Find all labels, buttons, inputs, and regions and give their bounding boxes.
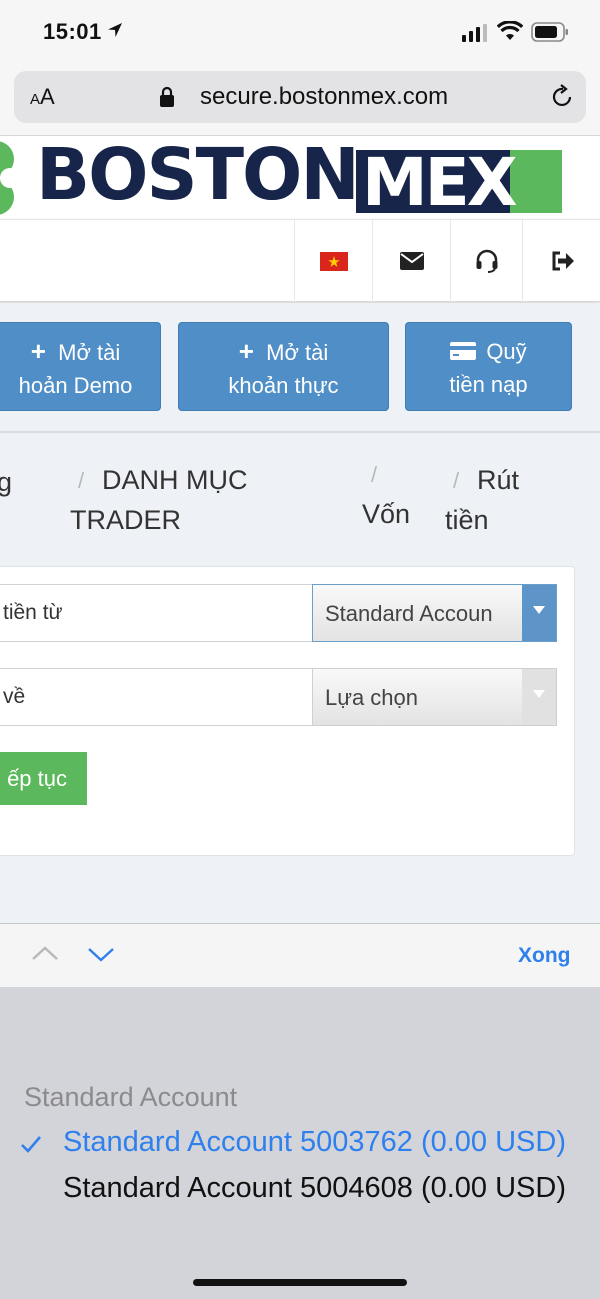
keyboard-accessory-bar: Xong [0, 923, 600, 987]
browser-toolbar: AAAA secure.bostonmex.com [0, 66, 600, 136]
transfer-to-label: về [3, 685, 26, 708]
breadcrumb-separator: / [78, 468, 85, 493]
breadcrumb-capital[interactable]: Vốn [362, 494, 410, 534]
transfer-to-label-field: về [0, 668, 314, 726]
logo-accent [510, 150, 562, 213]
next-field-icon[interactable] [86, 942, 116, 966]
open-real-account-button[interactable]: + Mở tài khoản thực [178, 322, 389, 411]
top-nav [0, 219, 600, 302]
transfer-from-select[interactable]: Standard Accoun [312, 584, 557, 642]
messages-button[interactable] [372, 220, 450, 302]
envelope-icon [399, 252, 424, 270]
breadcrumb-category-line1[interactable]: DANH MỤC [102, 460, 248, 500]
location-arrow-icon [108, 23, 122, 37]
reload-icon[interactable] [549, 84, 575, 110]
breadcrumb-category-line2[interactable]: TRADER [70, 500, 181, 540]
site-logo[interactable]: BOSTON MEX [0, 137, 600, 217]
picker-option[interactable]: Standard Account 5004608 (0.00 USD) [63, 1172, 566, 1205]
logo-text-mex: MEX [362, 144, 518, 217]
breadcrumb-withdraw-line1: Rút [477, 465, 520, 495]
done-button[interactable]: Xong [518, 944, 571, 968]
home-indicator [193, 1279, 407, 1286]
open-demo-account-button[interactable]: + Mở tài hoản Demo [0, 322, 161, 411]
plus-icon: + [30, 336, 46, 366]
vietnam-flag-icon [319, 251, 348, 271]
status-bar: 15:01 [0, 0, 600, 66]
battery-icon [531, 22, 568, 42]
logout-button[interactable] [522, 220, 600, 302]
picker-group-label: Standard Account [24, 1082, 238, 1112]
wifi-icon [497, 21, 523, 40]
picker-option-selected[interactable]: Standard Account 5003762 (0.00 USD) [63, 1126, 566, 1159]
transfer-from-label-field: tiền từ [0, 584, 314, 642]
deposit-fund-button[interactable]: Quỹ tiền nạp [405, 322, 572, 411]
breadcrumb-separator: / [371, 462, 378, 487]
breadcrumb-separator: / [453, 468, 460, 493]
demo-label-line2: hoản Demo [18, 373, 133, 398]
sign-out-icon [552, 251, 574, 271]
previous-field-icon[interactable] [30, 942, 60, 966]
real-label-line1: Mở tài [266, 340, 329, 365]
transfer-to-select[interactable]: Lựa chọn [312, 668, 557, 726]
dropdown-arrow-icon[interactable] [522, 585, 556, 641]
transfer-from-value: Standard Accoun [325, 601, 493, 626]
credit-card-icon [450, 342, 477, 360]
fund-label-line2: tiền nạp [449, 372, 528, 397]
status-time: 15:01 [43, 19, 102, 44]
transfer-from-label: tiền từ [3, 601, 63, 624]
headset-icon [476, 249, 497, 273]
continue-button[interactable]: ếp tục [0, 752, 87, 805]
checkmark-icon [21, 1136, 41, 1153]
lock-icon [160, 86, 174, 107]
dropdown-arrow-icon[interactable] [522, 669, 556, 725]
cellular-signal-icon [462, 24, 487, 42]
text-size-button[interactable]: AAAA [30, 84, 55, 110]
breadcrumb-withdraw-line2: tiền [445, 505, 489, 535]
support-button[interactable] [450, 220, 522, 302]
logo-text-boston: BOSTON [36, 137, 360, 216]
breadcrumb-item-partial[interactable]: g [0, 462, 12, 502]
language-button[interactable] [294, 220, 372, 302]
url-text[interactable]: secure.bostonmex.com [200, 83, 448, 111]
fund-label-line1: Quỹ [486, 339, 527, 364]
plus-icon: + [238, 336, 254, 366]
demo-label-line1: Mở tài [58, 340, 121, 365]
logo-mark-icon [0, 141, 20, 215]
transfer-to-value: Lựa chọn [325, 685, 419, 710]
logo-mex-block: MEX [356, 144, 562, 217]
real-label-line2: khoản thực [228, 373, 339, 398]
divider [0, 431, 600, 433]
address-bar[interactable]: AAAA secure.bostonmex.com [14, 71, 586, 123]
